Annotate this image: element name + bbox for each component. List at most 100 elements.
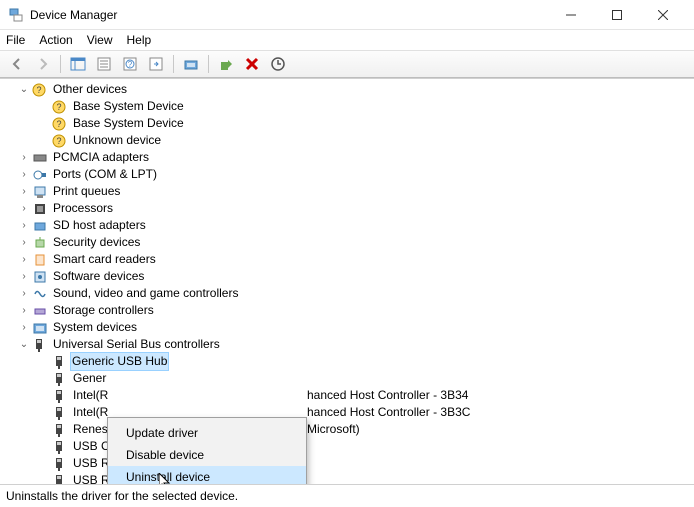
tree-label: Other devices xyxy=(52,81,128,98)
usb-icon xyxy=(52,405,68,421)
tree-label-tail: Microsoft) xyxy=(307,421,360,438)
usb-icon xyxy=(52,439,68,455)
uninstall-device-button[interactable] xyxy=(241,53,263,75)
show-hide-tree-button[interactable] xyxy=(67,53,89,75)
tree-label: USB C xyxy=(72,438,111,455)
device-icon xyxy=(32,201,48,217)
tree-label: USB R xyxy=(72,472,111,484)
cursor-icon xyxy=(159,473,171,485)
chevron-right-icon[interactable]: › xyxy=(18,169,30,181)
statusbar: Uninstalls the driver for the selected d… xyxy=(0,485,694,507)
forward-button[interactable] xyxy=(32,53,54,75)
ctx-update-driver[interactable]: Update driver xyxy=(108,422,306,444)
tree-item[interactable]: › SD host adapters xyxy=(18,217,694,234)
chevron-right-icon[interactable]: › xyxy=(18,322,30,334)
back-button[interactable] xyxy=(6,53,28,75)
chevron-right-icon[interactable]: › xyxy=(18,271,30,283)
svg-text:?: ? xyxy=(56,119,61,129)
tree-item[interactable]: ?Unknown device xyxy=(52,132,694,149)
tree-item[interactable]: ›Software devices xyxy=(18,268,694,285)
chevron-right-icon[interactable]: › xyxy=(18,288,30,300)
tree-label: Sound, video and game controllers xyxy=(52,285,239,302)
usb-icon xyxy=(52,473,68,485)
device-tree: ⌄ ? Other devices ?Base System Device ?B… xyxy=(0,79,694,484)
tree-item[interactable]: ›PCMCIA adapters xyxy=(18,149,694,166)
device-icon xyxy=(32,184,48,200)
tree-item[interactable]: ? Base System Device xyxy=(52,115,694,132)
tree-item[interactable]: ?Base System Device xyxy=(52,98,694,115)
chevron-right-icon[interactable]: › xyxy=(18,254,30,266)
maximize-button[interactable] xyxy=(594,0,640,30)
unknown-icon: ? xyxy=(52,133,68,149)
properties-button[interactable] xyxy=(93,53,115,75)
device-icon xyxy=(32,235,48,251)
svg-text:?: ? xyxy=(36,85,41,95)
tree-item[interactable]: Generic USB Hub xyxy=(52,353,694,370)
tree-label: USB R xyxy=(72,455,111,472)
tree-label: Storage controllers xyxy=(52,302,155,319)
content-area: ⌄ ? Other devices ?Base System Device ?B… xyxy=(0,78,694,485)
tree-label: Security devices xyxy=(52,234,141,251)
tree-label: Base System Device xyxy=(72,115,185,132)
scan-hardware-button[interactable] xyxy=(267,53,289,75)
tree-scroll[interactable]: ⌄ ? Other devices ?Base System Device ?B… xyxy=(0,79,694,484)
usb-icon xyxy=(52,456,68,472)
chevron-right-icon[interactable]: › xyxy=(18,220,30,232)
chevron-down-icon[interactable]: ⌄ xyxy=(18,84,30,96)
device-icon xyxy=(32,252,48,268)
menu-help[interactable]: Help xyxy=(127,33,152,47)
tree-label: SD host adapters xyxy=(52,217,147,234)
minimize-button[interactable] xyxy=(548,0,594,30)
device-icon xyxy=(32,150,48,166)
close-button[interactable] xyxy=(640,0,686,30)
tree-label: Smart card readers xyxy=(52,251,157,268)
titlebar: Device Manager xyxy=(0,0,694,30)
chevron-right-icon[interactable]: › xyxy=(18,305,30,317)
tree-item-usb-controllers[interactable]: ⌄ Universal Serial Bus controllers xyxy=(18,336,694,353)
tree-item[interactable]: › Smart card readers xyxy=(18,251,694,268)
unknown-icon: ? xyxy=(52,99,68,115)
tree-label-tail: hanced Host Controller - 3B3C xyxy=(307,404,470,421)
tree-label: Intel(R xyxy=(72,404,109,421)
svg-text:?: ? xyxy=(56,102,61,112)
tree-item-other-devices[interactable]: ⌄ ? Other devices xyxy=(18,81,694,98)
tree-item[interactable]: › Storage controllers xyxy=(18,302,694,319)
chevron-right-icon[interactable]: › xyxy=(18,152,30,164)
tree-label: Universal Serial Bus controllers xyxy=(52,336,221,353)
chevron-right-icon[interactable]: › xyxy=(18,203,30,215)
tree-item[interactable]: Intel(R hanced Host Controller - 3B34 xyxy=(52,387,694,404)
ctx-disable-device[interactable]: Disable device xyxy=(108,444,306,466)
unknown-icon: ? xyxy=(32,82,48,98)
usb-icon xyxy=(32,337,48,353)
status-text: Uninstalls the driver for the selected d… xyxy=(6,489,238,503)
tree-item[interactable]: › System devices xyxy=(18,319,694,336)
tree-item[interactable]: ›Print queues xyxy=(18,183,694,200)
usb-icon xyxy=(52,388,68,404)
tree-item[interactable]: › Sound, video and game controllers xyxy=(18,285,694,302)
tree-item[interactable]: Gener xyxy=(52,370,694,387)
chevron-right-icon[interactable]: › xyxy=(18,186,30,198)
export-button[interactable] xyxy=(145,53,167,75)
menu-view[interactable]: View xyxy=(87,33,113,47)
enable-device-button[interactable] xyxy=(215,53,237,75)
update-driver-button[interactable] xyxy=(180,53,202,75)
chevron-down-icon[interactable]: ⌄ xyxy=(18,339,30,351)
context-menu: Update driver Disable device Uninstall d… xyxy=(107,417,307,485)
menu-action[interactable]: Action xyxy=(39,33,72,47)
tree-label: System devices xyxy=(52,319,138,336)
tree-item[interactable]: ›Processors xyxy=(18,200,694,217)
usb-icon xyxy=(52,354,68,370)
tree-item[interactable]: › Security devices xyxy=(18,234,694,251)
menu-file[interactable]: File xyxy=(6,33,25,47)
device-icon xyxy=(32,303,48,319)
menubar: File Action View Help xyxy=(0,30,694,50)
chevron-right-icon[interactable]: › xyxy=(18,237,30,249)
tree-item[interactable]: › Ports (COM & LPT) xyxy=(18,166,694,183)
help-button[interactable]: ? xyxy=(119,53,141,75)
tree-label: Ports (COM & LPT) xyxy=(52,166,158,183)
tree-label: Intel(R xyxy=(72,387,109,404)
ctx-uninstall-device[interactable]: Uninstall device xyxy=(108,466,306,485)
usb-icon xyxy=(52,422,68,438)
tree-label: Unknown device xyxy=(72,132,162,149)
tree-label-tail: hanced Host Controller - 3B34 xyxy=(307,387,468,404)
